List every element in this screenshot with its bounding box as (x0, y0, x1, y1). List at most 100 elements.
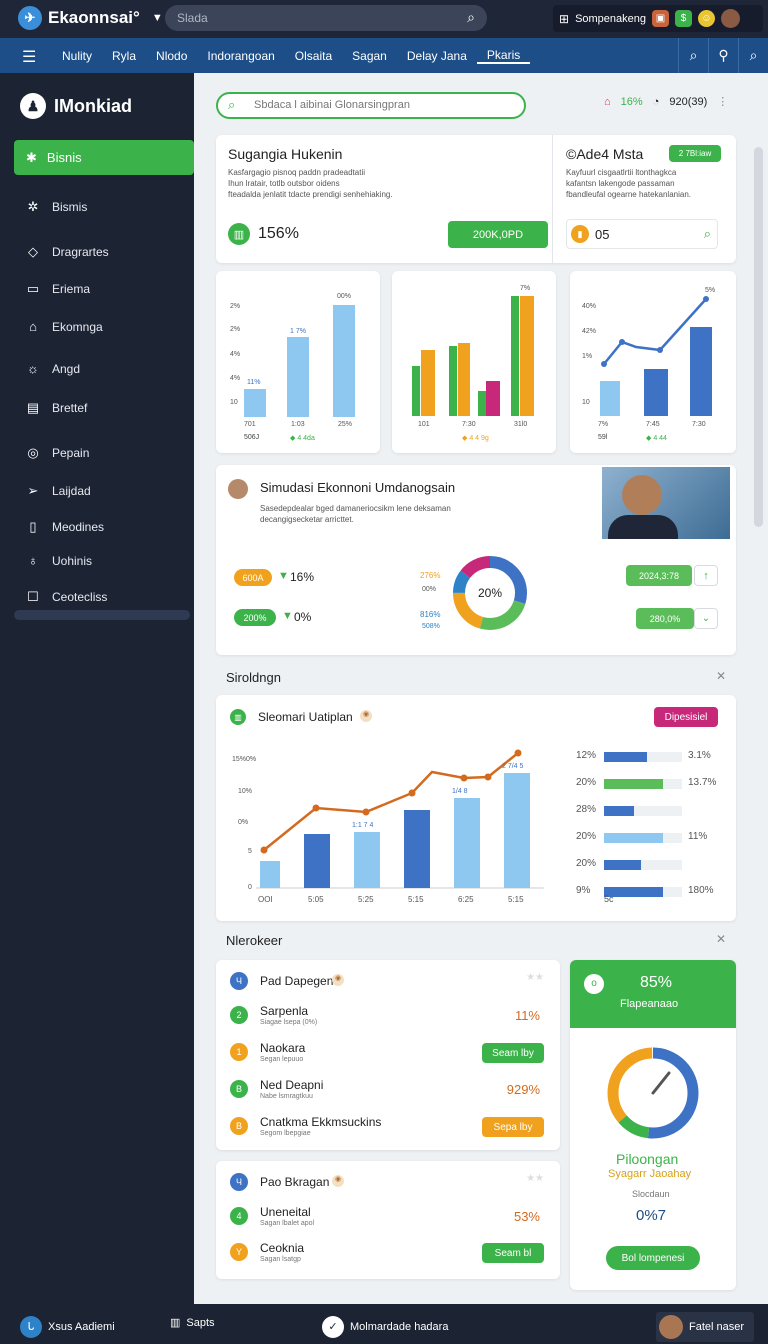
home-icon[interactable]: ⌂ (604, 96, 611, 108)
nav-tab[interactable]: Ryla (102, 49, 146, 63)
list-item[interactable]: 2 Sarpenla Siagae lsepa (0%) 11% (216, 1002, 560, 1038)
x-tick: 5:15 (508, 895, 524, 904)
footer-item[interactable]: ✓ Molmardade hadara (322, 1316, 448, 1338)
briefcase-icon: ▤ (26, 400, 40, 415)
chevron-down-icon[interactable]: ⌄ (694, 608, 718, 629)
gauge-label: Flapeanaao (620, 998, 679, 1010)
info-icon[interactable]: ◔ (653, 96, 660, 108)
gauge-number: 0%7 (636, 1207, 667, 1224)
nav-tab[interactable]: Indorangoan (197, 49, 284, 63)
main-search-input[interactable]: ⌕ Sbdaca l aibinai Glonarsingpran (216, 92, 526, 119)
value-badge: 200% (234, 609, 276, 626)
star-icon[interactable]: ★★ (526, 972, 544, 983)
list-item[interactable]: B Cnatkma Ekkmsuckins Segom lbepgiae Sepa l… (216, 1113, 560, 1149)
map-icon: ▥ (170, 1317, 181, 1329)
status-button[interactable]: Dipesisiel (654, 707, 718, 727)
grid-icon[interactable]: ⊞ (559, 12, 569, 26)
sidebar-item[interactable]: ✲ Bismis (24, 199, 88, 215)
x-tick: OOI (258, 895, 273, 904)
chart-bar (304, 834, 330, 888)
value-field[interactable]: ▮ 05 ⌕ (566, 219, 718, 249)
menu-icon[interactable]: ☰ (22, 47, 36, 67)
sidebar-item[interactable]: ◎ Pepain (24, 445, 89, 461)
gauge-card: o 85% Flapeanaao Piloongan Syagarr Jaoah… (570, 960, 736, 1290)
list-header: Pao Bkragan (260, 1175, 330, 1189)
sidebar-scroll-indicator[interactable] (14, 610, 190, 620)
chevron-down-icon[interactable]: ▼ (152, 12, 163, 24)
sidebar-item[interactable]: ♁ Uohinis (24, 553, 92, 568)
nav-tabs: Nulity Ryla Nlodo Indorangoan Olsaita Sa… (52, 38, 531, 73)
sidebar-item[interactable]: ◇ Dragrartes (24, 244, 109, 260)
delta-value: 16% (290, 570, 315, 584)
sidebar-item[interactable]: ☼ Angd (24, 361, 80, 376)
chart-icon: ▥ (228, 223, 250, 245)
search-input[interactable]: Slada ⌕ (165, 5, 487, 31)
sidebar-item[interactable]: ⌂ Ekomnga (24, 319, 103, 334)
sidebar-item[interactable]: ➢ Laijdad (24, 483, 91, 499)
list-item[interactable]: Y Ceoknia Sagan lsatgp Seam bl (216, 1239, 560, 1275)
nav-tab-active[interactable]: Pkaris (476, 48, 531, 64)
chart-point (260, 846, 268, 854)
close-icon[interactable]: ✕ (716, 669, 726, 683)
emoji-icon[interactable]: ☺ (698, 10, 716, 27)
hbar-right-label: 11% (688, 831, 708, 842)
close-icon[interactable]: ✕ (716, 932, 726, 946)
list-item-button[interactable]: Sepa lby (482, 1117, 544, 1137)
card-value: 156% (258, 225, 299, 242)
card-action-button[interactable]: 200K,0PD (448, 221, 548, 248)
sidebar-item[interactable]: ☐ Ceotecliss (24, 589, 107, 605)
value-button[interactable]: 280,0% (636, 608, 694, 629)
footer-item[interactable]: ᒐ Xsus Aadiemi (20, 1316, 115, 1338)
sidebar-item[interactable]: ▯ Meodines (24, 519, 104, 535)
value-button[interactable]: 2024,3:78 (626, 565, 692, 586)
more-icon[interactable]: ⋮ (717, 95, 728, 108)
complete-button[interactable]: Bol lompenesi (606, 1246, 700, 1270)
list-item[interactable]: B Ned Deapni Nabe lsmragtkuu 929% (216, 1076, 560, 1112)
summary-card: Sugangia Hukenin Kasfargagio pisnoq padd… (216, 135, 736, 263)
list-item-button[interactable]: Seam bl (482, 1243, 544, 1263)
list-item-subtitle: Segom lbepgiae (260, 1130, 311, 1137)
sidebar-item-label: Meodines (52, 520, 105, 534)
sidebar-brand-label: IMonkiad (54, 95, 133, 116)
chart-bar (511, 296, 519, 416)
list-item[interactable]: 1 Naokara Segan lepuuo Seam lby (216, 1039, 560, 1075)
list-item-button[interactable]: Seam lby (482, 1043, 544, 1063)
trend-chart-card: ▥ Sleomari Uatiplan ◉ Dipesisiel 15%0% 1… (216, 695, 736, 921)
y-tick: 4% (230, 375, 241, 382)
sidebar-item-active[interactable]: ✱ Bisnis (14, 140, 194, 175)
money-icon[interactable]: $ (675, 10, 693, 27)
top-user-label[interactable]: Sompenakeng (575, 13, 646, 25)
nav-tab[interactable]: Sagan (342, 49, 397, 63)
chart-bar (287, 337, 309, 417)
sidebar-item-label: Pepain (52, 446, 90, 460)
value-badge: 600A (234, 569, 272, 586)
data-label: 1:1 7 4 (352, 822, 374, 829)
desc-line: decangigsecketar arricttet. (260, 515, 354, 524)
scrollbar[interactable] (754, 147, 763, 527)
star-icon[interactable]: ★★ (526, 1173, 544, 1184)
nav-tab[interactable]: Olsaita (285, 49, 342, 63)
footer-item[interactable]: ▥ Sapts (170, 1316, 215, 1330)
search-icon[interactable]: ⌕ (738, 38, 768, 73)
sidebar-item[interactable]: ▤ Brettef (24, 400, 88, 416)
sidebar-item[interactable]: ▭ Eriema (24, 281, 90, 297)
list-item-subtitle: Nabe lsmragtkuu (260, 1093, 313, 1100)
footer-user[interactable]: Fatel naser (656, 1312, 755, 1342)
pin-icon[interactable]: ⚲ (708, 38, 738, 73)
avatar[interactable] (721, 9, 741, 28)
chart-bar (690, 327, 712, 416)
nav-tab[interactable]: Nulity (52, 49, 102, 63)
app-logo[interactable]: ✈ Ekaonnsai° ▼ (18, 6, 163, 30)
list-item-subtitle: Sagan lsatgp (260, 1256, 301, 1263)
search-icon: ⌕ (228, 97, 236, 112)
search-icon[interactable]: ⌕ (678, 38, 708, 73)
trend-icon[interactable]: ↑ (694, 565, 718, 586)
list-item-number: Y (230, 1243, 248, 1261)
nav-tab[interactable]: Nlodo (146, 49, 197, 63)
sidebar-brand[interactable]: ♟ IMonkiad (20, 93, 132, 119)
camera-icon[interactable]: ▣ (652, 10, 670, 27)
search-icon[interactable]: ⌕ (467, 9, 475, 26)
list-item[interactable]: 4 Uneneital Sagan lbalet apol 53% (216, 1203, 560, 1239)
nav-tab[interactable]: Delay Jana (397, 49, 477, 63)
search-icon[interactable]: ⌕ (704, 226, 711, 242)
